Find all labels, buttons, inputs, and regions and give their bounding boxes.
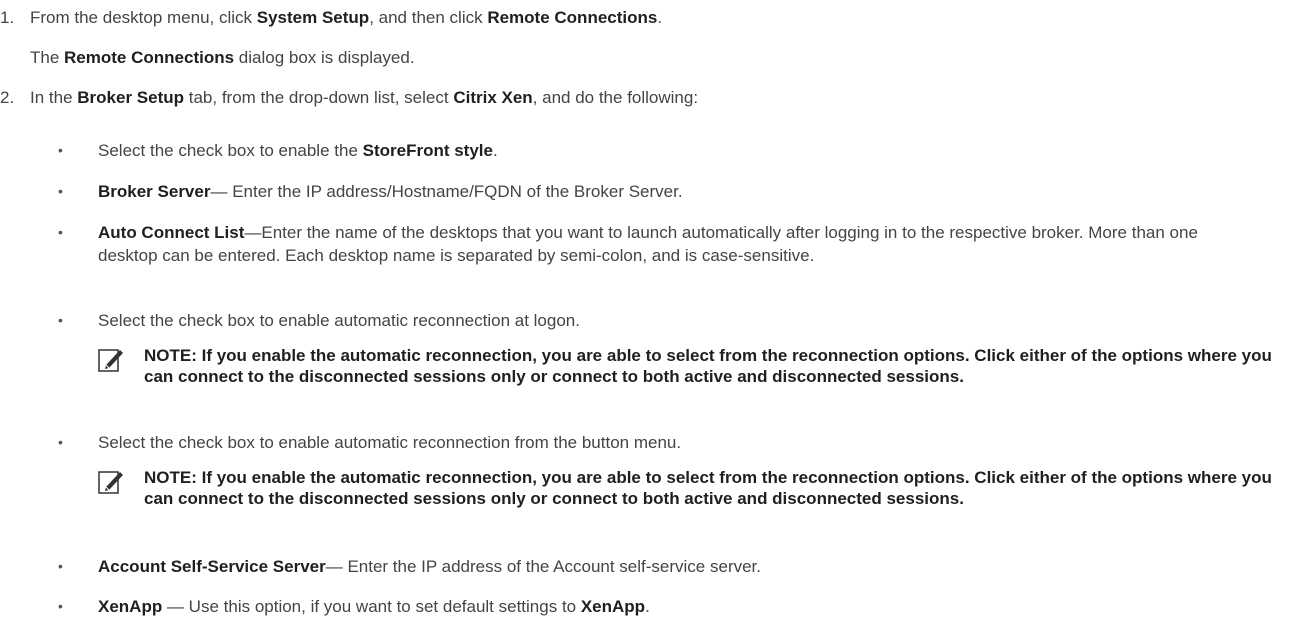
note-text: NOTE: If you enable the automatic reconn… — [144, 346, 1272, 386]
bullet: • — [58, 312, 63, 328]
step-number: 1. — [0, 8, 15, 27]
note-text: NOTE: If you enable the automatic reconn… — [144, 468, 1272, 508]
bullet: • — [58, 434, 63, 450]
step-text: From the desktop menu, click System Setu… — [30, 8, 663, 27]
step-number: 2. — [0, 88, 15, 107]
document: 1. From the desktop menu, click System S… — [0, 0, 1308, 630]
step-text: In the Broker Setup tab, from the drop-d… — [30, 88, 699, 107]
note-pencil-icon — [98, 349, 123, 372]
bullet: • — [58, 558, 63, 574]
bullet: • — [58, 598, 63, 614]
bullet: • — [58, 142, 63, 158]
note-pencil-icon — [98, 471, 123, 494]
bullet: • — [58, 183, 63, 199]
bullet: • — [58, 224, 63, 240]
step-1-result: The Remote Connections dialog box is dis… — [30, 48, 415, 67]
